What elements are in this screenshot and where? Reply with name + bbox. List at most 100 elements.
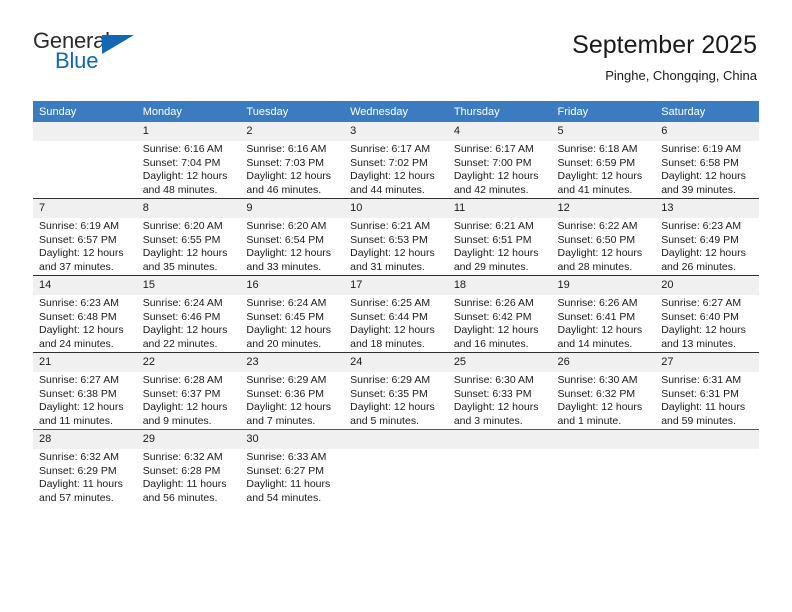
day-daylight2-text: and 9 minutes. bbox=[142, 414, 212, 427]
calendar-page: General Blue September 2025 Pinghe, Chon… bbox=[0, 0, 792, 612]
calendar-day-cell[interactable]: 4 Sunrise: 6:17 AM Sunset: 7:00 PM Daylight… bbox=[447, 122, 552, 199]
calendar-day-cell[interactable]: 29 Sunrise: 6:32 AM Sunset: 6:28 PM Dayligh… bbox=[136, 429, 241, 506]
day-number: 16 bbox=[240, 276, 345, 295]
calendar-day-cell[interactable]: 14 Sunrise: 6:23 AM Sunset: 6:48 PM Dayligh… bbox=[33, 275, 137, 353]
day-daylight2-text: and 22 minutes. bbox=[142, 337, 218, 350]
day-daylight1-text: Daylight: 11 hours bbox=[661, 401, 746, 414]
calendar-day-cell[interactable]: 26 Sunrise: 6:30 AM Sunset: 6:32 PM Dayligh… bbox=[551, 352, 656, 430]
calendar-day-cell[interactable]: 13 Sunrise: 6:23 AM Sunset: 6:49 PM Dayligh… bbox=[655, 198, 759, 276]
day-details: Sunrise: 6:29 AM Sunset: 6:35 PM Daylight:… bbox=[344, 372, 448, 428]
day-number: 14 bbox=[33, 276, 137, 295]
day-sunrise-text: Sunrise: 6:30 AM bbox=[557, 374, 638, 386]
calendar-day-cell[interactable]: 17 Sunrise: 6:25 AM Sunset: 6:44 PM Dayligh… bbox=[344, 275, 448, 353]
weekday-header-tuesday: Tuesday bbox=[240, 101, 345, 122]
day-details: Sunrise: 6:21 AM Sunset: 6:53 PM Daylight:… bbox=[344, 218, 448, 274]
day-details: Sunrise: 6:27 AM Sunset: 6:40 PM Daylight:… bbox=[655, 295, 759, 351]
calendar-day-cell[interactable]: 3 Sunrise: 6:17 AM Sunset: 7:02 PM Daylight… bbox=[344, 122, 448, 199]
calendar-day-cell[interactable]: 19 Sunrise: 6:26 AM Sunset: 6:41 PM Dayligh… bbox=[551, 275, 656, 353]
day-sunset-text: Sunset: 6:50 PM bbox=[557, 233, 636, 246]
day-sunset-text: Sunset: 7:04 PM bbox=[142, 156, 221, 169]
day-daylight1-text: Daylight: 12 hours bbox=[661, 324, 746, 337]
calendar-day-cell[interactable]: 9 Sunrise: 6:20 AM Sunset: 6:54 PM Daylight… bbox=[240, 198, 345, 276]
day-daylight1-text: Daylight: 12 hours bbox=[661, 170, 746, 183]
day-daylight2-text: and 44 minutes. bbox=[350, 183, 425, 196]
calendar-day-cell[interactable]: 7 Sunrise: 6:19 AM Sunset: 6:57 PM Daylight… bbox=[33, 198, 137, 276]
day-details: Sunrise: 6:27 AM Sunset: 6:38 PM Daylight:… bbox=[33, 372, 137, 428]
day-number: 2 bbox=[240, 122, 345, 141]
day-daylight1-text: Daylight: 12 hours bbox=[350, 324, 435, 337]
calendar-day-cell[interactable]: 1 Sunrise: 6:16 AM Sunset: 7:04 PM Daylight… bbox=[136, 122, 241, 199]
day-number: 6 bbox=[655, 122, 759, 141]
calendar-day-cell[interactable]: 16 Sunrise: 6:24 AM Sunset: 6:45 PM Dayligh… bbox=[240, 275, 345, 353]
calendar-day-cell[interactable]: 27 Sunrise: 6:31 AM Sunset: 6:31 PM Dayligh… bbox=[655, 352, 759, 430]
day-daylight1-text: Daylight: 12 hours bbox=[350, 247, 435, 260]
day-daylight2-text: and 59 minutes. bbox=[661, 414, 736, 427]
day-sunrise-text: Sunrise: 6:27 AM bbox=[661, 297, 742, 309]
day-daylight1-text: Daylight: 12 hours bbox=[453, 401, 539, 414]
calendar-day-cell[interactable]: 15 Sunrise: 6:24 AM Sunset: 6:46 PM Dayligh… bbox=[136, 275, 241, 353]
day-details: Sunrise: 6:21 AM Sunset: 6:51 PM Daylight:… bbox=[448, 218, 552, 274]
calendar-day-cell[interactable]: 25 Sunrise: 6:30 AM Sunset: 6:33 PM Dayligh… bbox=[447, 352, 552, 430]
page-title: September 2025 bbox=[572, 31, 757, 59]
day-number: 21 bbox=[33, 353, 137, 372]
day-number bbox=[33, 122, 137, 141]
calendar-day-cell[interactable]: 11 Sunrise: 6:21 AM Sunset: 6:51 PM Dayligh… bbox=[447, 198, 552, 276]
day-details: Sunrise: 6:32 AM Sunset: 6:28 PM Daylight:… bbox=[137, 449, 241, 505]
weekday-header-thursday: Thursday bbox=[447, 101, 552, 122]
day-details: Sunrise: 6:20 AM Sunset: 6:55 PM Daylight:… bbox=[137, 218, 241, 274]
calendar-day-cell[interactable]: 10 Sunrise: 6:21 AM Sunset: 6:53 PM Dayligh… bbox=[344, 198, 448, 276]
calendar-day-cell[interactable]: 20 Sunrise: 6:27 AM Sunset: 6:40 PM Dayligh… bbox=[655, 275, 759, 353]
day-daylight1-text: Daylight: 12 hours bbox=[557, 401, 643, 414]
day-daylight2-text: and 37 minutes. bbox=[39, 260, 114, 273]
day-number: 3 bbox=[344, 122, 448, 141]
calendar-day-cell[interactable]: 22 Sunrise: 6:28 AM Sunset: 6:37 PM Dayligh… bbox=[136, 352, 241, 430]
calendar-day-cell[interactable]: 5 Sunrise: 6:18 AM Sunset: 6:59 PM Daylight… bbox=[551, 122, 656, 199]
calendar-day-cell[interactable]: 30 Sunrise: 6:33 AM Sunset: 6:27 PM Dayligh… bbox=[240, 429, 345, 506]
day-number: 19 bbox=[551, 276, 656, 295]
day-number: 27 bbox=[655, 353, 759, 372]
day-details: Sunrise: 6:22 AM Sunset: 6:50 PM Daylight:… bbox=[552, 218, 656, 274]
day-sunset-text: Sunset: 7:03 PM bbox=[246, 156, 325, 169]
general-blue-logo[interactable]: General Blue bbox=[33, 28, 153, 76]
day-number: 4 bbox=[447, 122, 552, 141]
day-number: 26 bbox=[551, 353, 656, 372]
calendar-day-cell[interactable]: 28 Sunrise: 6:32 AM Sunset: 6:29 PM Dayligh… bbox=[33, 429, 137, 506]
day-sunset-text: Sunset: 7:00 PM bbox=[453, 156, 532, 169]
day-sunset-text: Sunset: 6:58 PM bbox=[661, 156, 739, 169]
day-number: 22 bbox=[136, 353, 241, 372]
day-details: Sunrise: 6:17 AM Sunset: 7:02 PM Daylight:… bbox=[344, 141, 448, 197]
day-sunrise-text: Sunrise: 6:18 AM bbox=[557, 143, 638, 155]
calendar-day-cell[interactable]: 24 Sunrise: 6:29 AM Sunset: 6:35 PM Dayligh… bbox=[344, 352, 448, 430]
day-details: Sunrise: 6:30 AM Sunset: 6:32 PM Daylight:… bbox=[552, 372, 656, 428]
day-sunset-text: Sunset: 7:02 PM bbox=[350, 156, 428, 169]
day-sunset-text: Sunset: 6:38 PM bbox=[39, 387, 117, 400]
day-number: 10 bbox=[344, 199, 448, 218]
day-details: Sunrise: 6:16 AM Sunset: 7:03 PM Daylight:… bbox=[240, 141, 344, 197]
day-daylight2-text: and 11 minutes. bbox=[39, 414, 113, 427]
day-daylight1-text: Daylight: 12 hours bbox=[246, 401, 332, 414]
day-daylight1-text: Daylight: 12 hours bbox=[661, 247, 746, 260]
calendar-day-cell[interactable]: 21 Sunrise: 6:27 AM Sunset: 6:38 PM Dayligh… bbox=[33, 352, 137, 430]
calendar-day-cell[interactable]: 23 Sunrise: 6:29 AM Sunset: 6:36 PM Dayligh… bbox=[240, 352, 345, 430]
calendar-day-cell[interactable]: 18 Sunrise: 6:26 AM Sunset: 6:42 PM Dayligh… bbox=[447, 275, 552, 353]
calendar-week-row: 21 Sunrise: 6:27 AM Sunset: 6:38 PM Dayligh… bbox=[33, 352, 759, 430]
day-daylight1-text: Daylight: 12 hours bbox=[557, 247, 643, 260]
day-details: Sunrise: 6:19 AM Sunset: 6:57 PM Daylight:… bbox=[33, 218, 137, 274]
day-number: 25 bbox=[447, 353, 552, 372]
calendar-day-cell[interactable]: 8 Sunrise: 6:20 AM Sunset: 6:55 PM Daylight… bbox=[136, 198, 241, 276]
day-daylight2-text: and 56 minutes. bbox=[142, 491, 218, 504]
day-sunset-text: Sunset: 6:53 PM bbox=[350, 233, 428, 246]
page-header: General Blue September 2025 Pinghe, Chon… bbox=[0, 0, 792, 85]
day-sunset-text: Sunset: 6:44 PM bbox=[350, 310, 428, 323]
calendar-day-cell[interactable]: 2 Sunrise: 6:16 AM Sunset: 7:03 PM Daylight… bbox=[240, 122, 345, 199]
calendar-day-cell[interactable]: 6 Sunrise: 6:19 AM Sunset: 6:58 PM Daylight… bbox=[655, 122, 759, 199]
calendar-table: Sunday Monday Tuesday Wednesday Thursday Frid… bbox=[33, 101, 759, 506]
day-sunset-text: Sunset: 6:45 PM bbox=[246, 310, 325, 323]
day-sunset-text: Sunset: 6:42 PM bbox=[453, 310, 532, 323]
day-sunrise-text: Sunrise: 6:27 AM bbox=[39, 374, 119, 386]
calendar-day-cell[interactable]: 12 Sunrise: 6:22 AM Sunset: 6:50 PM Dayligh… bbox=[551, 198, 656, 276]
calendar-day-cell-empty bbox=[344, 429, 448, 506]
weekday-header-sunday: Sunday bbox=[33, 101, 137, 122]
day-daylight2-text: and 5 minutes. bbox=[350, 414, 419, 427]
day-details: Sunrise: 6:18 AM Sunset: 6:59 PM Daylight:… bbox=[552, 141, 656, 197]
